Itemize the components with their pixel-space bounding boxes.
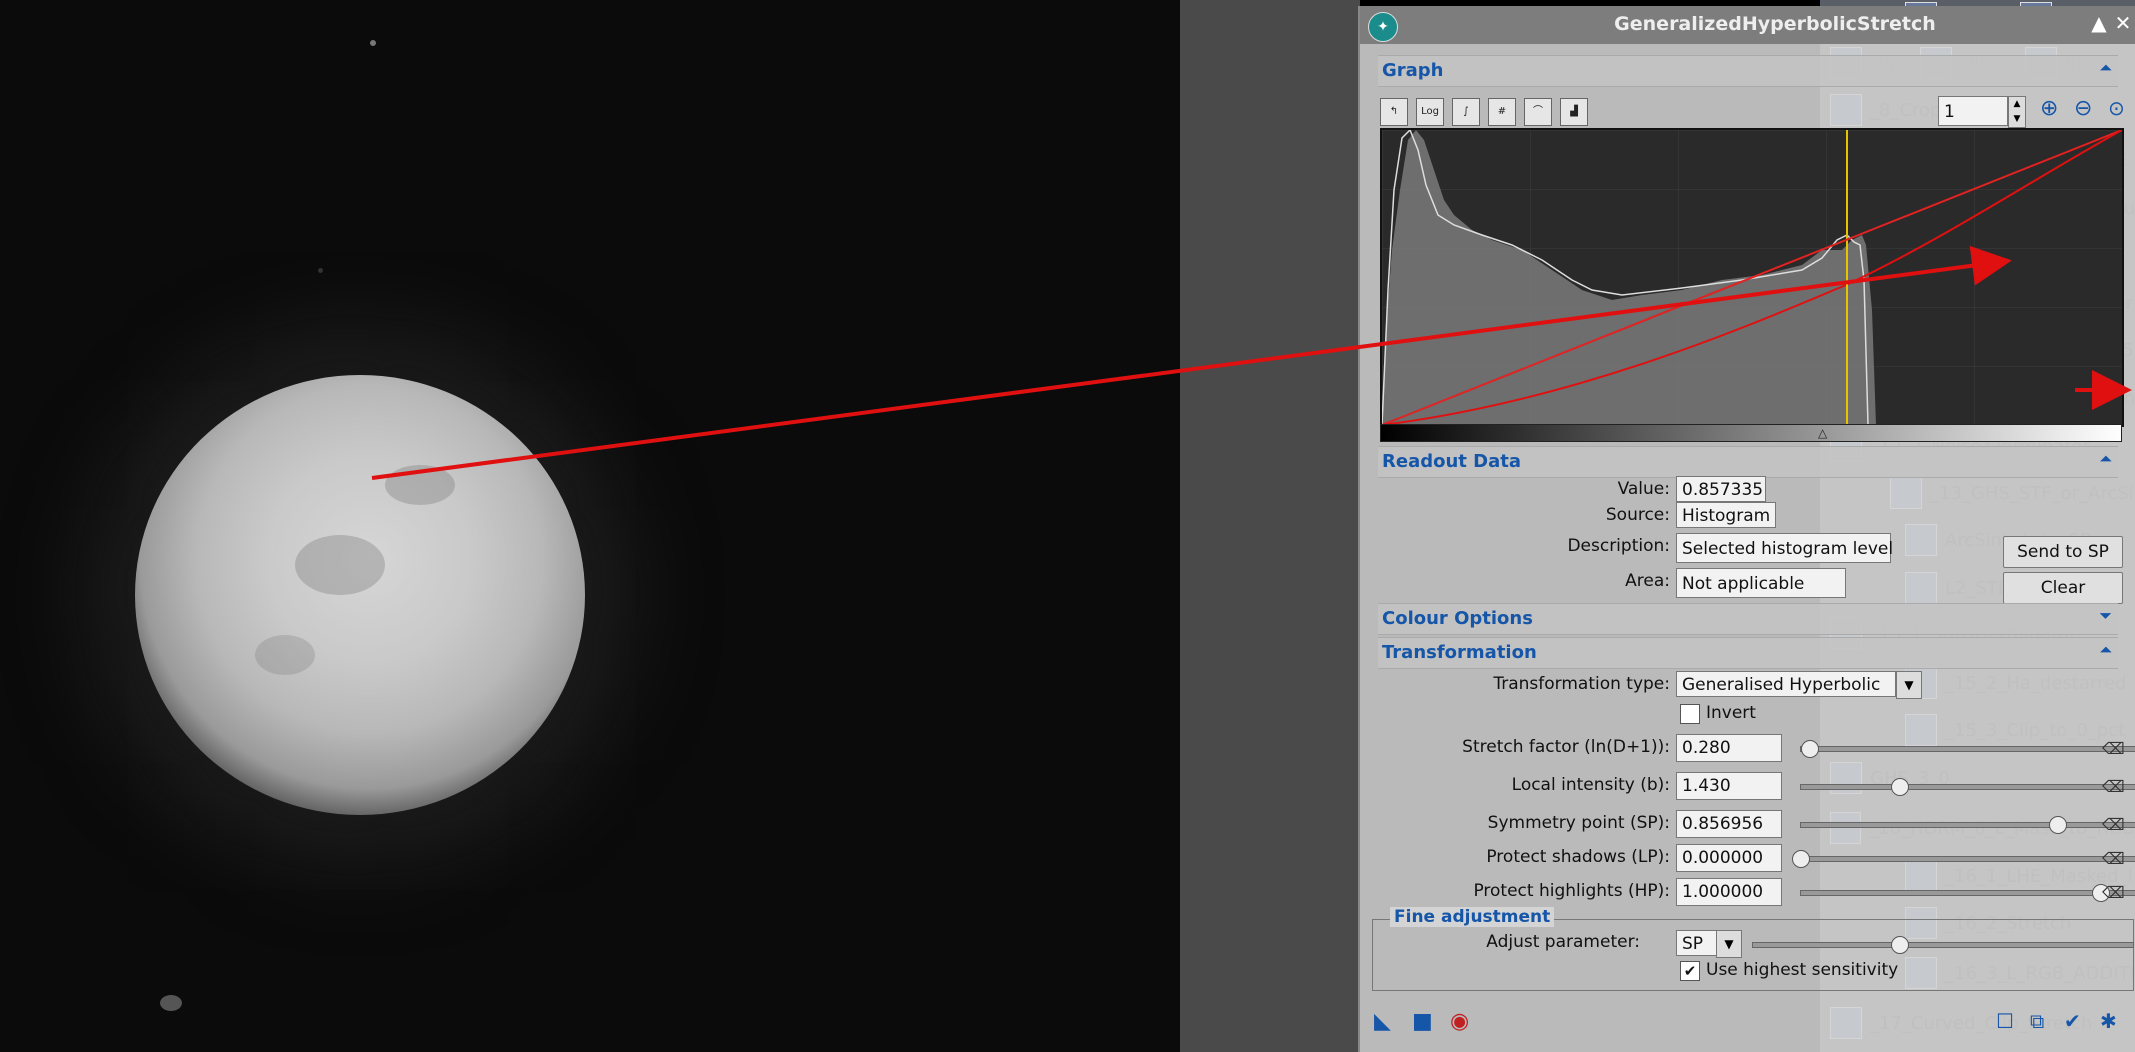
annotation-overlay — [371, 245, 2132, 480]
annotation-arrow — [371, 245, 2012, 480]
